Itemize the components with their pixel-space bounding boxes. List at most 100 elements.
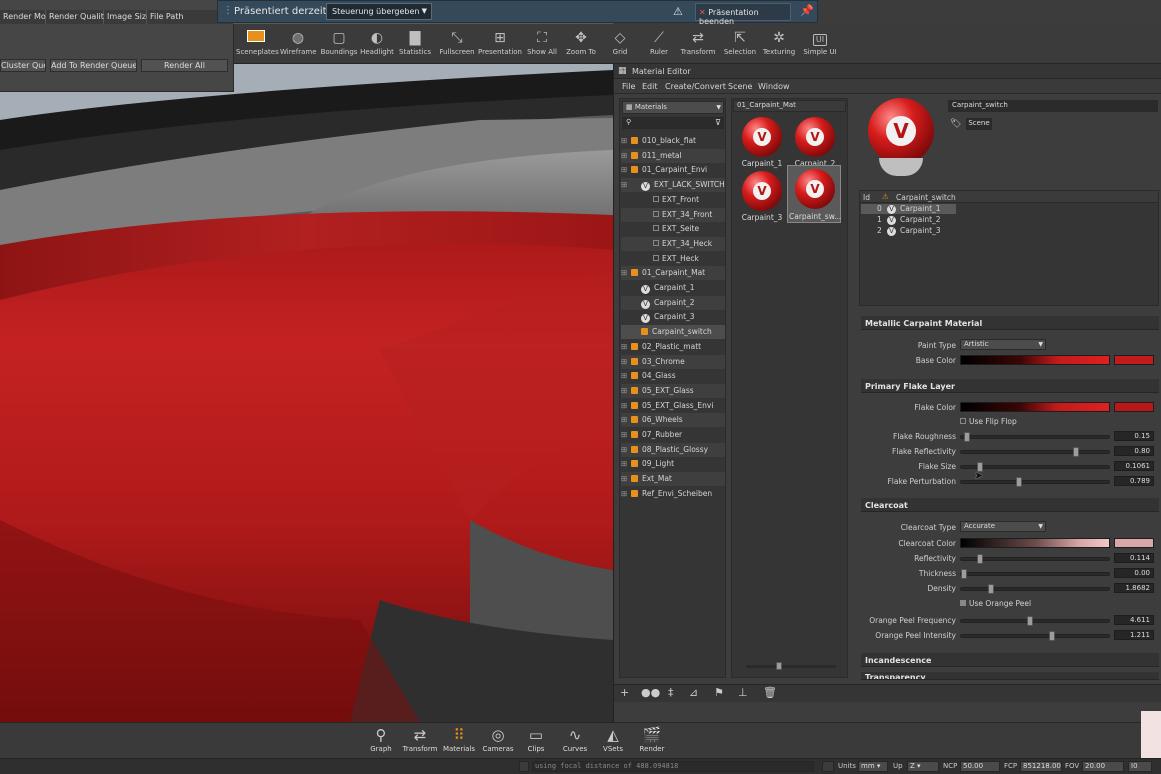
tree-item[interactable]: EXT_Seite (621, 222, 725, 236)
tree-item[interactable]: ⊞ 01_Carpaint_Mat (621, 266, 725, 281)
expand-icon[interactable]: ⊞ (621, 178, 631, 192)
section-transparency[interactable]: Transparency (861, 672, 1159, 680)
slider-knob[interactable] (776, 662, 782, 670)
thumbnail-carpaint-switch[interactable]: V (795, 169, 835, 209)
property-slider[interactable] (960, 616, 1110, 626)
expand-icon[interactable]: ⊞ (621, 266, 631, 280)
module-vsets[interactable]: ◭ VSets (600, 725, 626, 753)
grid-button[interactable]: ◇ Grid (606, 28, 634, 56)
extra-input[interactable]: I0 (1128, 761, 1152, 772)
tree-item[interactable]: V Carpaint_1 (621, 281, 725, 295)
3d-viewport[interactable] (0, 0, 613, 722)
column-render-quality[interactable]: Render Quality (46, 10, 109, 24)
material-name-field[interactable]: Carpaint_switch (948, 100, 1158, 112)
slider-knob[interactable] (1015, 477, 1022, 487)
paint-type-select[interactable]: Artistic ▼ (960, 339, 1046, 350)
flake-color-gradient[interactable] (960, 402, 1110, 412)
expand-icon[interactable]: ⊞ (621, 340, 631, 354)
units-select[interactable]: mm ▾ (858, 761, 888, 772)
selection-button[interactable]: ⇱ Selection (722, 28, 758, 56)
property-value-input[interactable]: 0.114 (1114, 553, 1154, 563)
materials-dropdown[interactable]: ▦ Materials ▼ (622, 101, 724, 114)
zoom-to-button[interactable]: ✥ Zoom To (565, 28, 597, 56)
tree-item[interactable]: V Carpaint_2 (621, 295, 725, 310)
tree-item[interactable]: ⊞ 04_Glass (621, 369, 725, 383)
tree-item[interactable]: ⊞ Ref_Envi_Scheiben (621, 487, 725, 501)
tree-item[interactable]: EXT_34_Front (621, 207, 725, 222)
sceneplates-button[interactable]: Sceneplates (236, 28, 279, 56)
connect-icon[interactable]: ●● (641, 686, 660, 699)
thumbnail-carpaint-1[interactable]: V (742, 117, 782, 157)
slider-knob[interactable] (963, 432, 970, 442)
tree-item[interactable]: ⊞ 09_Light (621, 457, 725, 471)
end-presentation-button[interactable]: ✕ Präsentation beenden (695, 3, 791, 26)
property-value-input[interactable]: 0.1061 (1114, 461, 1154, 471)
tree-item[interactable]: ⊞ Ext_Mat (621, 472, 725, 487)
clearcoat-type-select[interactable]: Accurate ▼ (960, 521, 1046, 532)
tree-item[interactable]: EXT_34_Heck (621, 236, 725, 251)
expand-icon[interactable]: ⊞ (621, 134, 631, 148)
module-curves[interactable]: ∿ Curves (561, 725, 589, 753)
column-render-mode[interactable]: Render Mode (0, 10, 56, 24)
column-image-size[interactable]: Image Size (104, 10, 151, 24)
clearcoat-color-swatch[interactable] (1114, 538, 1154, 548)
expand-icon[interactable]: ⊞ (621, 413, 631, 427)
tree-item[interactable]: ⊞ 08_Plastic_Glossy (621, 442, 725, 457)
property-slider[interactable] (960, 432, 1110, 442)
expand-icon[interactable]: ⊞ (621, 399, 631, 413)
statistics-button[interactable]: ▇ Statistics (398, 28, 432, 56)
tree-item[interactable]: V Carpaint_3 (621, 310, 725, 324)
control-select[interactable]: Steuerung übergeben ▼ (326, 3, 432, 20)
tree-item[interactable]: ⊞ 010_black_flat (621, 134, 725, 148)
thumbnail-size-slider[interactable] (746, 662, 836, 670)
use-orange-peel-checkbox[interactable]: Use Orange Peel (960, 599, 1031, 608)
menu-create-convert[interactable]: Create/Convert (665, 82, 726, 91)
expand-icon[interactable]: ⊞ (621, 428, 631, 442)
switch-row[interactable]: 2 V Carpaint_3 (861, 226, 956, 236)
simple-ui-button[interactable]: UI Simple UI (802, 28, 838, 56)
slider-knob[interactable] (961, 569, 967, 579)
material-icon[interactable]: ⚑ (714, 686, 724, 699)
tree-item[interactable]: ⊞ 02_Plastic_matt (621, 340, 725, 354)
menu-scene[interactable]: Scene (728, 82, 752, 91)
assign-icon[interactable]: ⊿ (689, 686, 698, 699)
transform-button[interactable]: ⇄ Transform (679, 28, 717, 56)
render-all-button[interactable]: Render All (141, 59, 228, 72)
tree-item[interactable]: ⊞ 07_Rubber (621, 428, 725, 442)
add-icon[interactable]: + (620, 686, 629, 699)
expand-icon[interactable]: ⊞ (621, 472, 631, 486)
trash-icon[interactable]: 🗑 (763, 686, 777, 699)
property-value-input[interactable]: 1.211 (1114, 630, 1154, 640)
tree-item[interactable]: ⊞ 03_Chrome (621, 354, 725, 369)
slider-knob[interactable] (988, 584, 995, 594)
module-transform[interactable]: ⇄ Transform (402, 725, 438, 753)
section-incandescence[interactable]: Incandescence (861, 653, 1159, 667)
fcp-input[interactable]: 851218.00 (1020, 761, 1062, 772)
wireframe-button[interactable]: ◍ Wireframe (280, 28, 317, 56)
expand-icon[interactable]: ⊞ (621, 355, 631, 369)
fov-input[interactable]: 20.00 (1082, 761, 1124, 772)
up-axis-select[interactable]: Z ▾ (907, 761, 939, 772)
tree-item[interactable]: EXT_Front (621, 193, 725, 207)
menu-window[interactable]: Window (758, 82, 790, 91)
tree-item[interactable]: ⊞ 05_EXT_Glass_Envi (621, 399, 725, 413)
module-render[interactable]: 🎬 Render (637, 725, 667, 753)
property-slider[interactable] (960, 584, 1110, 594)
module-graph[interactable]: ⚲ Graph (366, 725, 396, 753)
property-slider[interactable] (960, 569, 1110, 579)
property-value-input[interactable]: 1.8682 (1114, 583, 1154, 593)
status-toggle[interactable] (822, 761, 834, 772)
property-value-input[interactable]: 4.611 (1114, 615, 1154, 625)
apply-icon[interactable]: ⊥ (738, 686, 748, 699)
tree-item[interactable]: EXT_Heck (621, 252, 725, 266)
thumbnail-carpaint-2[interactable]: V (795, 117, 835, 157)
property-value-input[interactable]: 0.15 (1114, 431, 1154, 441)
slider-knob[interactable] (1027, 616, 1034, 626)
expand-icon[interactable]: ⊞ (621, 149, 631, 163)
section-metallic-carpaint[interactable]: Metallic Carpaint Material (861, 316, 1159, 330)
property-slider[interactable] (960, 631, 1110, 641)
expand-icon[interactable]: ⊞ (621, 163, 631, 177)
tree-item[interactable]: ⊞ V EXT_LACK_SWITCH (621, 178, 725, 193)
headlight-button[interactable]: ◐ Headlight (360, 28, 394, 56)
expand-icon[interactable]: ⊞ (621, 369, 631, 383)
